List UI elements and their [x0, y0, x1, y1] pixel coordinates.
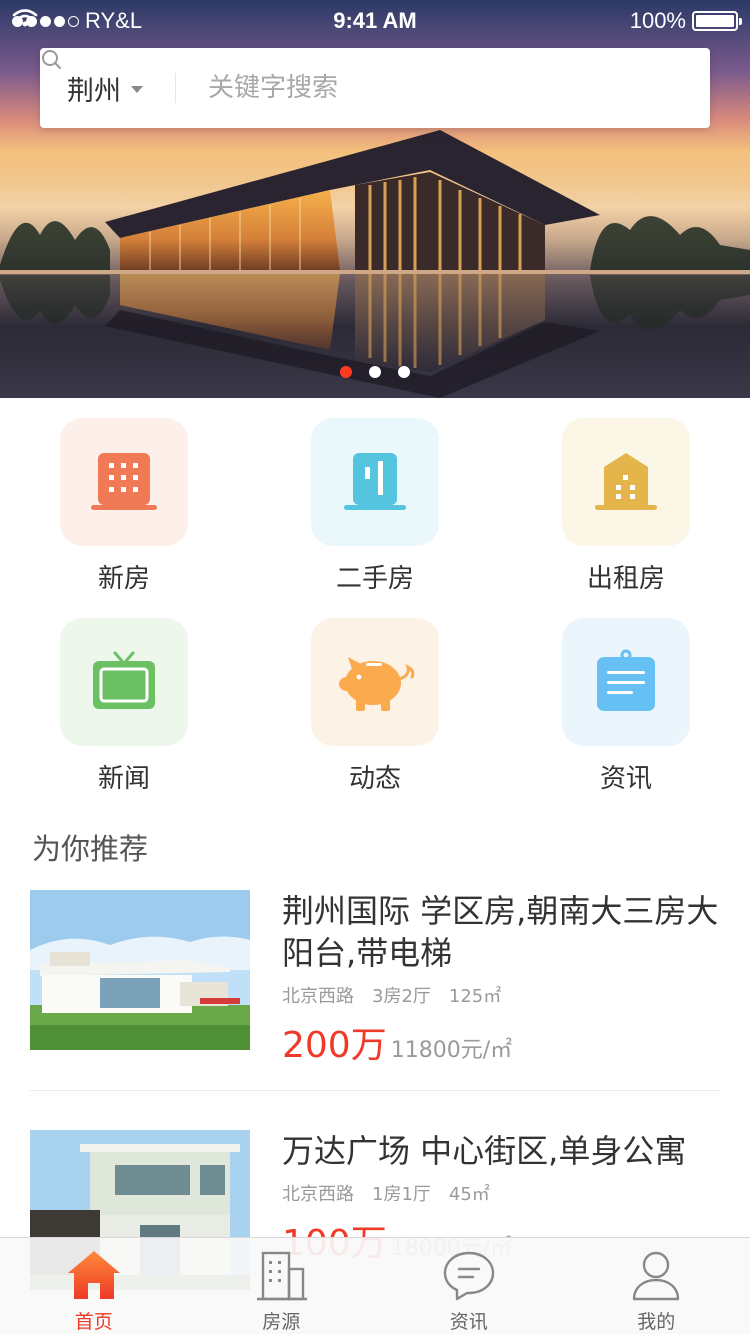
carousel-dot[interactable]	[398, 366, 410, 378]
tab-label: 我的	[637, 1311, 676, 1333]
category-tile	[562, 618, 690, 746]
category-tile	[60, 618, 188, 746]
listing-layout: 1房1厅	[372, 1184, 431, 1205]
notepad-icon	[597, 649, 655, 711]
user-icon	[628, 1248, 684, 1301]
tab-label: 首页	[74, 1311, 113, 1333]
category-info[interactable]: 资讯	[536, 618, 716, 795]
city-selector[interactable]: 荆州	[40, 69, 175, 108]
category-updates[interactable]: 动态	[285, 618, 465, 795]
carousel-dots	[0, 366, 750, 378]
search-field[interactable]	[42, 50, 710, 103]
listing-meta: 北京西路 3房2厅 125㎡	[282, 982, 727, 1008]
home-icon	[66, 1248, 122, 1301]
category-label: 动态	[348, 764, 401, 794]
listing-layout: 3房2厅	[372, 986, 431, 1007]
category-second-hand[interactable]: 二手房	[285, 418, 465, 595]
listing-item[interactable]: 荆州国际 学区房,朝南大三房大阳台,带电梯 北京西路 3房2厅 125㎡ 200…	[30, 890, 720, 1066]
house-building-icon	[595, 453, 657, 510]
status-bar: RY&L 9:41 AM 100%	[0, 0, 750, 40]
building-icon	[91, 453, 157, 510]
category-label: 新房	[97, 564, 150, 594]
listing-price: 200万	[282, 1025, 387, 1066]
search-bar: 荆州	[40, 48, 710, 128]
recommend-title: 为你推荐	[32, 832, 149, 866]
tab-label: 房源	[262, 1311, 301, 1333]
category-label: 资讯	[599, 764, 652, 794]
hero-banner[interactable]: RY&L 9:41 AM 100% 荆州	[0, 0, 750, 398]
search-input[interactable]	[208, 73, 608, 103]
chat-bubble-icon	[441, 1248, 497, 1301]
listing-unit-price: 11800元/㎡	[390, 1038, 513, 1063]
category-new-house[interactable]: 新房	[34, 418, 214, 595]
city-name: 荆州	[67, 75, 121, 107]
tower-icon	[344, 453, 406, 510]
listing-meta: 北京西路 1房1厅 45㎡	[282, 1180, 727, 1206]
tab-label: 资讯	[449, 1311, 488, 1333]
battery-status: 100%	[629, 8, 742, 34]
listing-title: 荆州国际 学区房,朝南大三房大阳台,带电梯	[282, 892, 719, 972]
chevron-down-icon	[131, 85, 143, 93]
listing-road: 北京西路	[282, 986, 354, 1007]
tab-home[interactable]: 首页	[0, 1238, 188, 1334]
carousel-dot[interactable]	[369, 366, 381, 378]
category-label: 二手房	[335, 564, 414, 594]
battery-percent: 100%	[629, 8, 686, 33]
listing-title: 万达广场 中心街区,单身公寓	[282, 1132, 687, 1170]
category-label: 新闻	[97, 764, 150, 794]
listing-area: 45㎡	[448, 1184, 490, 1205]
category-rental[interactable]: 出租房	[536, 418, 716, 595]
category-news[interactable]: 新闻	[34, 618, 214, 795]
category-tile	[60, 418, 188, 546]
listing-price-row: 200万 11800元/㎡	[282, 1016, 727, 1068]
search-icon	[42, 50, 61, 69]
category-tile	[311, 618, 439, 746]
tab-listings[interactable]: 房源	[188, 1238, 376, 1334]
listing-road: 北京西路	[282, 1184, 354, 1205]
listing-divider	[30, 1090, 720, 1091]
category-tile	[311, 418, 439, 546]
piggy-bank-icon	[339, 657, 415, 711]
battery-icon	[692, 11, 742, 31]
buildings-icon	[253, 1248, 309, 1301]
tab-profile[interactable]: 我的	[563, 1238, 750, 1334]
tab-bar: 首页 房源 资讯 我的	[0, 1237, 750, 1334]
category-label: 出租房	[586, 564, 665, 594]
category-tile	[562, 418, 690, 546]
listing-info: 荆州国际 学区房,朝南大三房大阳台,带电梯 北京西路 3房2厅 125㎡ 200…	[282, 890, 727, 1068]
listing-thumbnail	[30, 890, 250, 1050]
tv-icon	[93, 651, 155, 709]
tab-info[interactable]: 资讯	[375, 1238, 563, 1334]
listing-area: 125㎡	[448, 986, 502, 1007]
carousel-dot[interactable]	[340, 366, 352, 378]
